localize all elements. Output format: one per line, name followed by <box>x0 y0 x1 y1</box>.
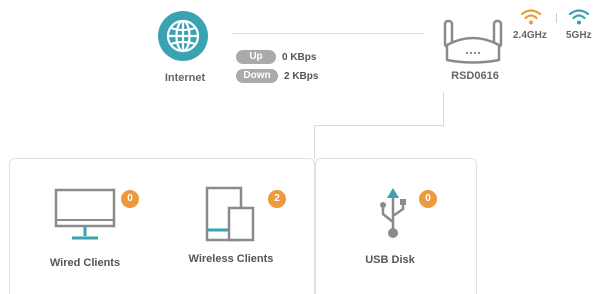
internet-globe-icon[interactable] <box>157 10 209 62</box>
router-name: RSD0616 <box>451 70 499 82</box>
tree-line <box>314 125 315 159</box>
wireless-clients-icon[interactable] <box>205 186 257 242</box>
tree-line <box>314 125 444 126</box>
connection-line <box>232 33 424 34</box>
tree-line <box>443 92 444 125</box>
wireless-clients-count-badge: 2 <box>268 190 286 208</box>
usb-disk-label[interactable]: USB Disk <box>345 254 435 266</box>
usb-icon[interactable] <box>378 186 408 240</box>
internet-label: Internet <box>164 72 206 84</box>
upload-pill: Up <box>236 50 276 64</box>
download-pill: Down <box>236 69 278 83</box>
band-divider <box>556 13 557 23</box>
download-speed-value: 2 KBps <box>284 70 319 82</box>
wifi-5ghz-icon[interactable] <box>568 8 590 26</box>
wifi-24ghz-icon[interactable] <box>520 8 542 26</box>
upload-speed-value: 0 KBps <box>282 51 317 63</box>
wired-clients-icon[interactable] <box>54 188 116 244</box>
upload-speed-row: Up 0 KBps <box>236 50 316 64</box>
router-icon[interactable] <box>439 17 511 67</box>
usb-disk-count-badge: 0 <box>419 190 437 208</box>
download-speed-row: Down 2 KBps <box>236 69 318 83</box>
wired-clients-count-badge: 0 <box>121 190 139 208</box>
band-5ghz-label: 5GHz <box>566 30 592 41</box>
wireless-clients-label[interactable]: Wireless Clients <box>176 253 286 265</box>
band-24ghz-label: 2.4GHz <box>513 30 547 41</box>
wired-clients-label[interactable]: Wired Clients <box>34 257 136 269</box>
